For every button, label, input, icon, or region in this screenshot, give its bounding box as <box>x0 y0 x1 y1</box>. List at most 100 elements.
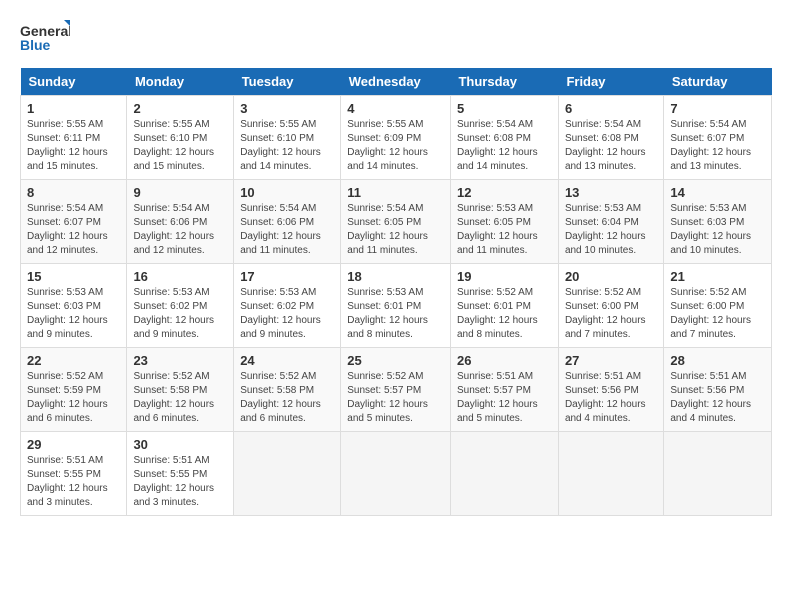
day-info: Sunrise: 5:51 AMSunset: 5:56 PMDaylight:… <box>670 371 751 424</box>
week-row-3: 15 Sunrise: 5:53 AMSunset: 6:03 PMDaylig… <box>21 264 772 348</box>
day-cell-1: 1 Sunrise: 5:55 AMSunset: 6:11 PMDayligh… <box>21 96 127 180</box>
empty-cell <box>558 432 663 516</box>
day-number: 1 <box>27 101 120 116</box>
day-number: 17 <box>240 269 334 284</box>
calendar-table: SundayMondayTuesdayWednesdayThursdayFrid… <box>20 68 772 516</box>
day-cell-10: 10 Sunrise: 5:54 AMSunset: 6:06 PMDaylig… <box>234 180 341 264</box>
day-info: Sunrise: 5:52 AMSunset: 5:58 PMDaylight:… <box>133 371 214 424</box>
day-cell-17: 17 Sunrise: 5:53 AMSunset: 6:02 PMDaylig… <box>234 264 341 348</box>
day-info: Sunrise: 5:53 AMSunset: 6:04 PMDaylight:… <box>565 203 646 256</box>
day-cell-8: 8 Sunrise: 5:54 AMSunset: 6:07 PMDayligh… <box>21 180 127 264</box>
day-cell-6: 6 Sunrise: 5:54 AMSunset: 6:08 PMDayligh… <box>558 96 663 180</box>
day-cell-7: 7 Sunrise: 5:54 AMSunset: 6:07 PMDayligh… <box>664 96 772 180</box>
day-info: Sunrise: 5:53 AMSunset: 6:03 PMDaylight:… <box>27 287 108 340</box>
day-info: Sunrise: 5:54 AMSunset: 6:06 PMDaylight:… <box>133 203 214 256</box>
day-number: 20 <box>565 269 657 284</box>
empty-cell <box>234 432 341 516</box>
day-cell-16: 16 Sunrise: 5:53 AMSunset: 6:02 PMDaylig… <box>127 264 234 348</box>
day-number: 26 <box>457 353 552 368</box>
week-row-1: 1 Sunrise: 5:55 AMSunset: 6:11 PMDayligh… <box>21 96 772 180</box>
day-info: Sunrise: 5:53 AMSunset: 6:02 PMDaylight:… <box>133 287 214 340</box>
day-cell-24: 24 Sunrise: 5:52 AMSunset: 5:58 PMDaylig… <box>234 348 341 432</box>
day-cell-15: 15 Sunrise: 5:53 AMSunset: 6:03 PMDaylig… <box>21 264 127 348</box>
day-info: Sunrise: 5:53 AMSunset: 6:03 PMDaylight:… <box>670 203 751 256</box>
day-number: 14 <box>670 185 765 200</box>
day-cell-11: 11 Sunrise: 5:54 AMSunset: 6:05 PMDaylig… <box>341 180 451 264</box>
header-wednesday: Wednesday <box>341 68 451 96</box>
day-number: 3 <box>240 101 334 116</box>
day-cell-25: 25 Sunrise: 5:52 AMSunset: 5:57 PMDaylig… <box>341 348 451 432</box>
day-number: 16 <box>133 269 227 284</box>
day-info: Sunrise: 5:54 AMSunset: 6:08 PMDaylight:… <box>565 119 646 172</box>
day-info: Sunrise: 5:55 AMSunset: 6:09 PMDaylight:… <box>347 119 428 172</box>
empty-cell <box>664 432 772 516</box>
day-cell-18: 18 Sunrise: 5:53 AMSunset: 6:01 PMDaylig… <box>341 264 451 348</box>
day-number: 6 <box>565 101 657 116</box>
day-info: Sunrise: 5:54 AMSunset: 6:05 PMDaylight:… <box>347 203 428 256</box>
day-number: 11 <box>347 185 444 200</box>
day-info: Sunrise: 5:55 AMSunset: 6:11 PMDaylight:… <box>27 119 108 172</box>
day-number: 15 <box>27 269 120 284</box>
day-number: 9 <box>133 185 227 200</box>
week-row-2: 8 Sunrise: 5:54 AMSunset: 6:07 PMDayligh… <box>21 180 772 264</box>
empty-cell <box>341 432 451 516</box>
day-number: 12 <box>457 185 552 200</box>
day-info: Sunrise: 5:52 AMSunset: 6:01 PMDaylight:… <box>457 287 538 340</box>
day-number: 30 <box>133 437 227 452</box>
day-number: 28 <box>670 353 765 368</box>
day-cell-19: 19 Sunrise: 5:52 AMSunset: 6:01 PMDaylig… <box>450 264 558 348</box>
day-cell-27: 27 Sunrise: 5:51 AMSunset: 5:56 PMDaylig… <box>558 348 663 432</box>
day-cell-30: 30 Sunrise: 5:51 AMSunset: 5:55 PMDaylig… <box>127 432 234 516</box>
day-cell-12: 12 Sunrise: 5:53 AMSunset: 6:05 PMDaylig… <box>450 180 558 264</box>
day-info: Sunrise: 5:52 AMSunset: 6:00 PMDaylight:… <box>565 287 646 340</box>
header-thursday: Thursday <box>450 68 558 96</box>
day-info: Sunrise: 5:52 AMSunset: 5:59 PMDaylight:… <box>27 371 108 424</box>
day-number: 8 <box>27 185 120 200</box>
header-friday: Friday <box>558 68 663 96</box>
day-number: 23 <box>133 353 227 368</box>
day-info: Sunrise: 5:52 AMSunset: 5:57 PMDaylight:… <box>347 371 428 424</box>
day-info: Sunrise: 5:52 AMSunset: 5:58 PMDaylight:… <box>240 371 321 424</box>
day-info: Sunrise: 5:54 AMSunset: 6:08 PMDaylight:… <box>457 119 538 172</box>
header-row: SundayMondayTuesdayWednesdayThursdayFrid… <box>21 68 772 96</box>
day-number: 19 <box>457 269 552 284</box>
day-cell-22: 22 Sunrise: 5:52 AMSunset: 5:59 PMDaylig… <box>21 348 127 432</box>
day-cell-20: 20 Sunrise: 5:52 AMSunset: 6:00 PMDaylig… <box>558 264 663 348</box>
day-cell-9: 9 Sunrise: 5:54 AMSunset: 6:06 PMDayligh… <box>127 180 234 264</box>
day-cell-23: 23 Sunrise: 5:52 AMSunset: 5:58 PMDaylig… <box>127 348 234 432</box>
day-cell-2: 2 Sunrise: 5:55 AMSunset: 6:10 PMDayligh… <box>127 96 234 180</box>
day-number: 7 <box>670 101 765 116</box>
day-number: 27 <box>565 353 657 368</box>
day-cell-3: 3 Sunrise: 5:55 AMSunset: 6:10 PMDayligh… <box>234 96 341 180</box>
page-header: General Blue <box>20 20 772 58</box>
day-cell-13: 13 Sunrise: 5:53 AMSunset: 6:04 PMDaylig… <box>558 180 663 264</box>
day-info: Sunrise: 5:55 AMSunset: 6:10 PMDaylight:… <box>240 119 321 172</box>
header-tuesday: Tuesday <box>234 68 341 96</box>
svg-text:Blue: Blue <box>20 37 51 53</box>
day-number: 21 <box>670 269 765 284</box>
day-number: 29 <box>27 437 120 452</box>
week-row-5: 29 Sunrise: 5:51 AMSunset: 5:55 PMDaylig… <box>21 432 772 516</box>
header-saturday: Saturday <box>664 68 772 96</box>
day-info: Sunrise: 5:54 AMSunset: 6:07 PMDaylight:… <box>670 119 751 172</box>
day-info: Sunrise: 5:53 AMSunset: 6:01 PMDaylight:… <box>347 287 428 340</box>
day-cell-21: 21 Sunrise: 5:52 AMSunset: 6:00 PMDaylig… <box>664 264 772 348</box>
logo-svg: General Blue <box>20 20 70 58</box>
day-info: Sunrise: 5:54 AMSunset: 6:06 PMDaylight:… <box>240 203 321 256</box>
day-info: Sunrise: 5:52 AMSunset: 6:00 PMDaylight:… <box>670 287 751 340</box>
day-info: Sunrise: 5:55 AMSunset: 6:10 PMDaylight:… <box>133 119 214 172</box>
day-cell-4: 4 Sunrise: 5:55 AMSunset: 6:09 PMDayligh… <box>341 96 451 180</box>
day-number: 13 <box>565 185 657 200</box>
day-info: Sunrise: 5:51 AMSunset: 5:56 PMDaylight:… <box>565 371 646 424</box>
day-number: 10 <box>240 185 334 200</box>
day-number: 18 <box>347 269 444 284</box>
day-cell-28: 28 Sunrise: 5:51 AMSunset: 5:56 PMDaylig… <box>664 348 772 432</box>
day-info: Sunrise: 5:51 AMSunset: 5:55 PMDaylight:… <box>133 455 214 508</box>
day-cell-26: 26 Sunrise: 5:51 AMSunset: 5:57 PMDaylig… <box>450 348 558 432</box>
day-number: 4 <box>347 101 444 116</box>
day-number: 5 <box>457 101 552 116</box>
day-cell-29: 29 Sunrise: 5:51 AMSunset: 5:55 PMDaylig… <box>21 432 127 516</box>
header-sunday: Sunday <box>21 68 127 96</box>
day-number: 2 <box>133 101 227 116</box>
day-info: Sunrise: 5:53 AMSunset: 6:02 PMDaylight:… <box>240 287 321 340</box>
